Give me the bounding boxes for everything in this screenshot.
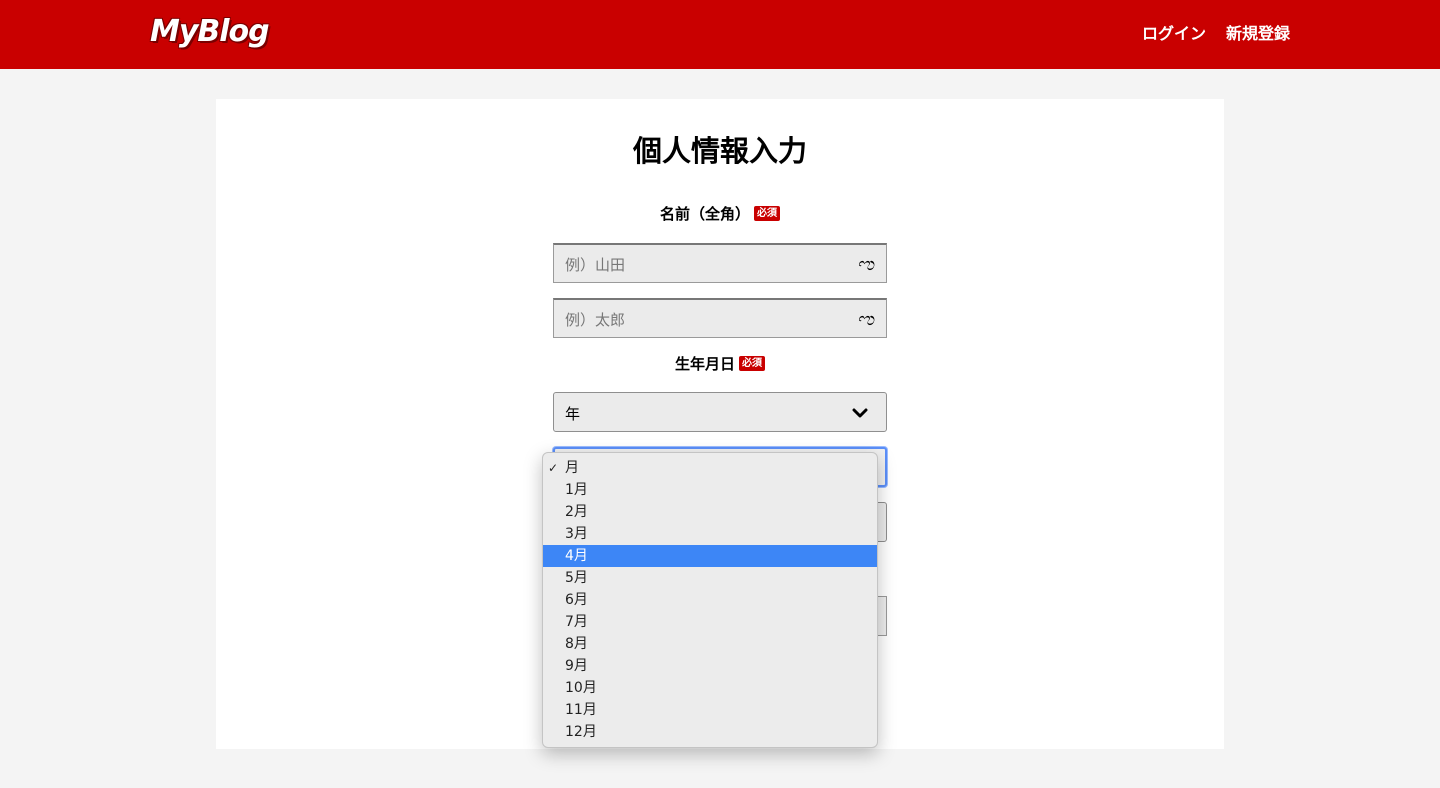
header-nav: ログイン 新規登録	[1142, 23, 1290, 45]
month-option[interactable]: 7月	[543, 611, 877, 633]
first-name-input[interactable]: 例）太郎 ಌ	[553, 298, 887, 338]
login-link[interactable]: ログイン	[1142, 23, 1206, 45]
month-option-label: 5月	[565, 570, 588, 586]
birthday-label: 生年月日 必須	[216, 354, 1224, 374]
month-option[interactable]: 11月	[543, 699, 877, 721]
month-option-label: 7月	[565, 614, 588, 630]
site-header: MyBlog ログイン 新規登録	[0, 0, 1440, 69]
checkmark-icon: ✓	[548, 461, 559, 475]
month-option[interactable]: 6月	[543, 589, 877, 611]
month-option-label: 12月	[565, 724, 597, 740]
chevron-down-icon	[852, 408, 868, 418]
month-option-label: 3月	[565, 526, 588, 542]
required-badge: 必須	[754, 206, 780, 221]
month-option[interactable]: 4月	[543, 545, 877, 567]
signature-icon: ಌ	[856, 309, 874, 330]
month-option-label: 2月	[565, 504, 588, 520]
month-option[interactable]: 10月	[543, 677, 877, 699]
year-select[interactable]: 年	[553, 392, 887, 432]
month-option[interactable]: 3月	[543, 523, 877, 545]
month-option-label: 月	[565, 460, 579, 476]
month-option[interactable]: 5月	[543, 567, 877, 589]
month-option[interactable]: 2月	[543, 501, 877, 523]
month-option-label: 4月	[565, 548, 588, 564]
month-option[interactable]: 8月	[543, 633, 877, 655]
month-dropdown-menu[interactable]: ✓ 月 1月 2月 3月 4月 5月 6月 7月 8月 9月 10月 11月 12月	[542, 452, 878, 748]
name-label: 名前（全角） 必須	[216, 204, 1224, 224]
site-logo[interactable]: MyBlog	[150, 14, 270, 49]
month-option-label: 9月	[565, 658, 588, 674]
month-option[interactable]: ✓ 月	[543, 457, 877, 479]
month-option[interactable]: 12月	[543, 721, 877, 743]
first-name-placeholder: 例）太郎	[565, 311, 626, 329]
year-select-value: 年	[565, 405, 581, 423]
month-option-label: 1月	[565, 482, 588, 498]
last-name-input[interactable]: 例）山田 ಌ	[553, 243, 887, 283]
month-option-label: 10月	[565, 680, 597, 696]
required-badge: 必須	[739, 356, 765, 371]
month-option-label: 11月	[565, 702, 597, 718]
month-option[interactable]: 1月	[543, 479, 877, 501]
name-label-text: 名前（全角）	[659, 205, 750, 223]
month-option-label: 6月	[565, 592, 588, 608]
month-option-label: 8月	[565, 636, 588, 652]
signup-link[interactable]: 新規登録	[1226, 23, 1290, 45]
birthday-label-text: 生年月日	[674, 355, 735, 373]
month-option[interactable]: 9月	[543, 655, 877, 677]
last-name-placeholder: 例）山田	[565, 256, 626, 274]
page-title: 個人情報入力	[632, 134, 807, 168]
signature-icon: ಌ	[856, 254, 874, 275]
